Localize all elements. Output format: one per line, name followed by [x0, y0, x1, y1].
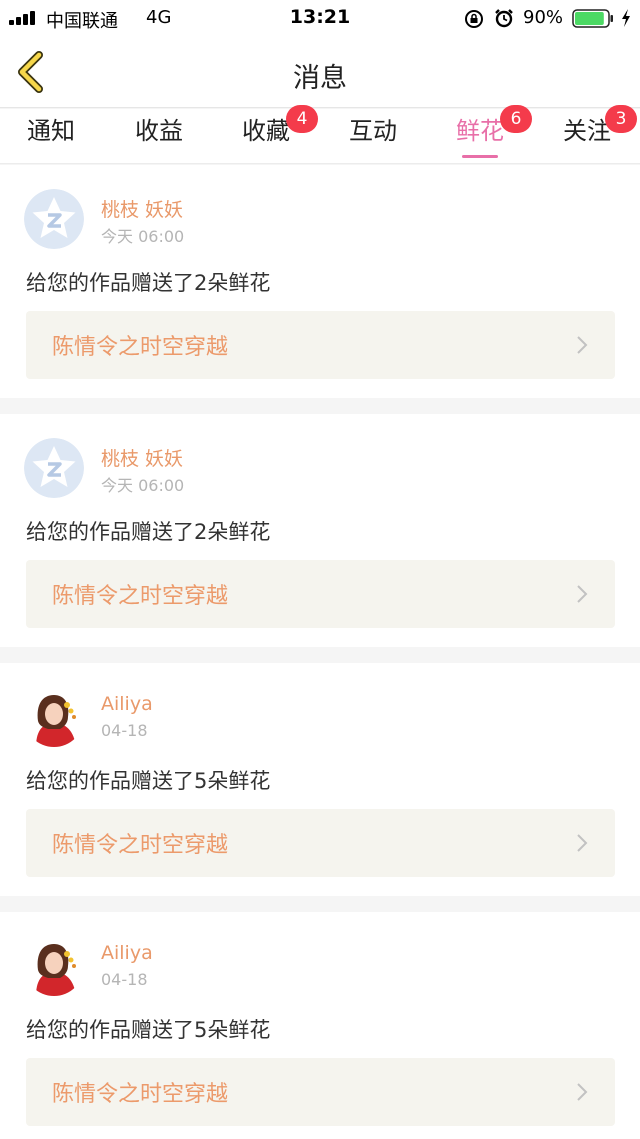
- avatar[interactable]: [24, 189, 84, 249]
- avatar[interactable]: [24, 936, 84, 996]
- nav-bar: 消息: [0, 36, 640, 108]
- work-link[interactable]: 陈情令之时空穿越: [26, 1058, 615, 1126]
- active-tab-indicator: [462, 155, 498, 158]
- timestamp: 04-18: [101, 970, 148, 989]
- timestamp: 今天 06:00: [101, 476, 185, 495]
- timestamp: 今天 06:00: [101, 227, 185, 246]
- flower-notification-card: 桃枝 妖妖 今天 06:00 给您的作品赠送了2朵鲜花 陈情令之时空穿越: [0, 165, 640, 398]
- avatar[interactable]: [24, 687, 84, 747]
- work-link[interactable]: 陈情令之时空穿越: [26, 809, 615, 877]
- tab-earnings[interactable]: 收益: [109, 115, 209, 163]
- work-title: 陈情令之时空穿越: [52, 584, 229, 609]
- user-photo-avatar: [24, 687, 84, 747]
- work-title: 陈情令之时空穿越: [52, 833, 229, 858]
- tab-label: 通知: [27, 117, 75, 145]
- default-avatar-icon: [24, 438, 84, 498]
- unread-badge: 6: [500, 105, 532, 133]
- message-text: 给您的作品赠送了2朵鲜花: [26, 520, 271, 544]
- sender-name[interactable]: Ailiya: [101, 942, 153, 964]
- unread-badge: 3: [605, 105, 637, 133]
- work-link[interactable]: 陈情令之时空穿越: [26, 311, 615, 379]
- sender-name[interactable]: 桃枝 妖妖: [101, 195, 183, 222]
- alarm-icon: [495, 9, 513, 28]
- battery-icon: [572, 9, 613, 28]
- avatar[interactable]: [24, 438, 84, 498]
- page-title: 消息: [293, 63, 347, 94]
- tab-follows[interactable]: 关注 3: [537, 105, 637, 163]
- chevron-right-icon: [577, 336, 588, 354]
- flower-notification-card: 桃枝 妖妖 今天 06:00 给您的作品赠送了2朵鲜花 陈情令之时空穿越: [0, 414, 640, 647]
- chevron-right-icon: [577, 834, 588, 852]
- message-text: 给您的作品赠送了5朵鲜花: [26, 1018, 271, 1042]
- flower-notification-card: Ailiya 04-18 给您的作品赠送了5朵鲜花 陈情令之时空穿越: [0, 663, 640, 896]
- sender-name[interactable]: Ailiya: [101, 693, 153, 715]
- battery-percentage: 90%: [523, 7, 564, 28]
- tab-label: 收益: [135, 117, 183, 145]
- tab-notifications[interactable]: 通知: [1, 115, 101, 163]
- message-text: 给您的作品赠送了2朵鲜花: [26, 271, 271, 295]
- tab-interactions[interactable]: 互动: [323, 115, 423, 163]
- rotation-lock-icon: [465, 10, 483, 28]
- tab-label: 收藏: [242, 117, 290, 145]
- charging-bolt-icon: [622, 9, 630, 27]
- tab-label: 互动: [349, 117, 397, 145]
- tab-bar: 通知 收益 收藏 4 互动 鲜花 6 关注 3: [0, 105, 640, 164]
- user-photo-avatar: [24, 936, 84, 996]
- chevron-right-icon: [577, 585, 588, 603]
- sender-name[interactable]: 桃枝 妖妖: [101, 444, 183, 471]
- work-title: 陈情令之时空穿越: [52, 1082, 229, 1107]
- work-title: 陈情令之时空穿越: [52, 335, 229, 360]
- chevron-right-icon: [577, 1083, 588, 1101]
- unread-badge: 4: [286, 105, 318, 133]
- tab-label: 关注: [563, 117, 611, 145]
- status-bar: 中国联通 4G 13:21 90%: [0, 0, 640, 36]
- timestamp: 04-18: [101, 721, 148, 740]
- flower-notification-card: Ailiya 04-18 给您的作品赠送了5朵鲜花 陈情令之时空穿越: [0, 912, 640, 1139]
- tab-favorites[interactable]: 收藏 4: [216, 105, 318, 163]
- tab-flowers[interactable]: 鲜花 6: [430, 105, 532, 163]
- tab-label: 鲜花: [456, 117, 504, 145]
- work-link[interactable]: 陈情令之时空穿越: [26, 560, 615, 628]
- default-avatar-icon: [24, 189, 84, 249]
- message-text: 给您的作品赠送了5朵鲜花: [26, 769, 271, 793]
